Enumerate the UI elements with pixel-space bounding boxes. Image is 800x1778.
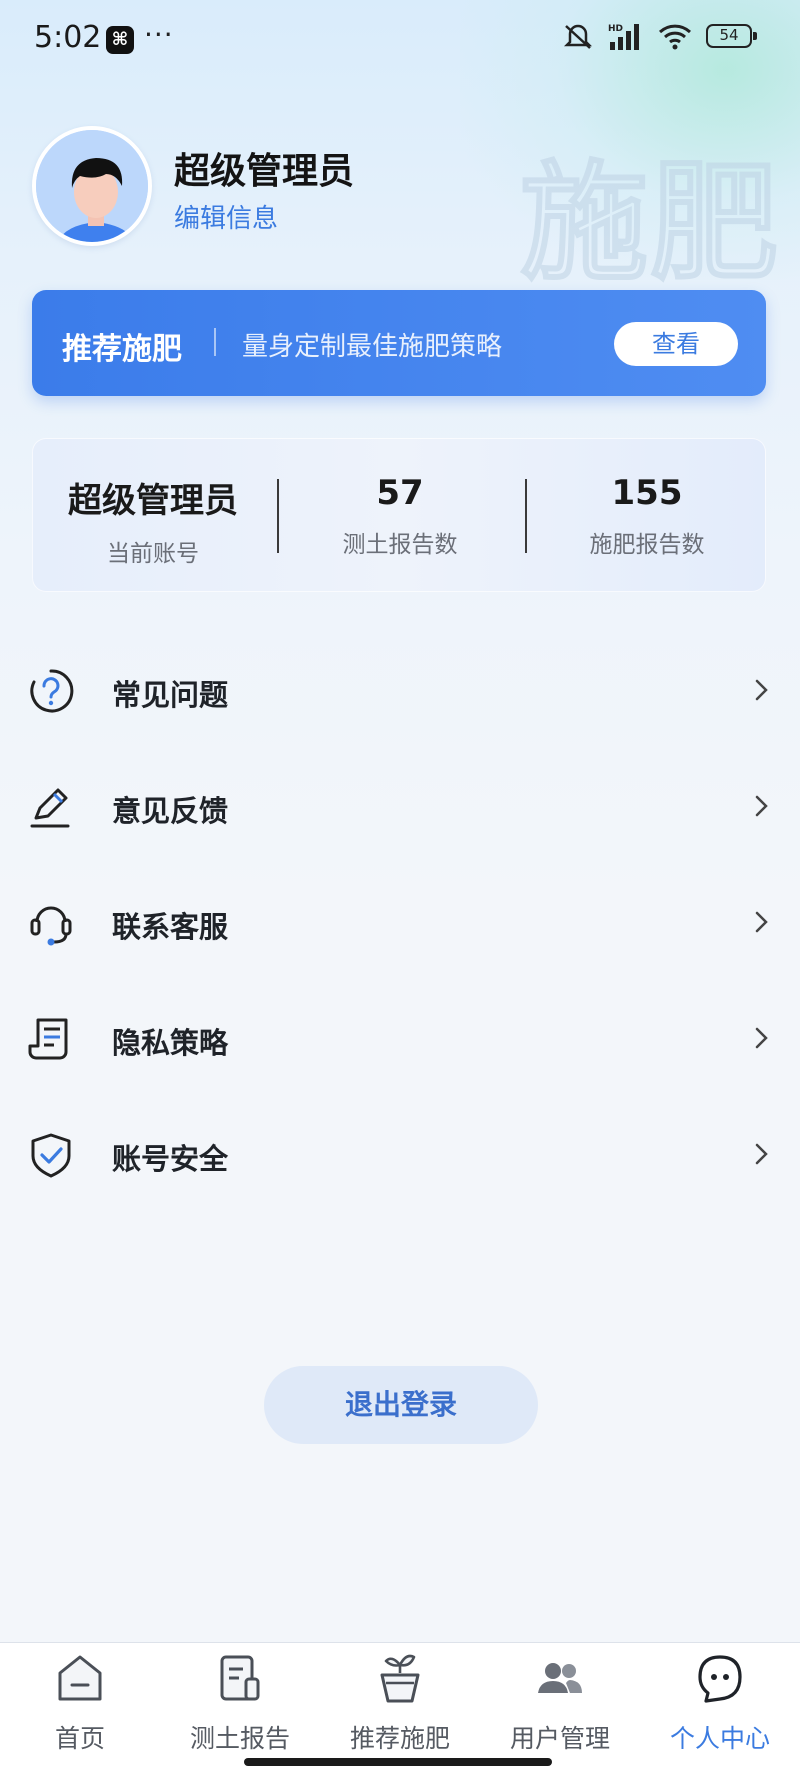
status-icons: HD 54 (562, 22, 757, 50)
chevron-right-icon (755, 1027, 768, 1049)
network-type-label: HD (608, 24, 623, 34)
report-icon (220, 1655, 260, 1701)
mute-icon (563, 24, 593, 49)
status-time: 5:02 (34, 20, 102, 55)
tab-label: 首页 (54, 1724, 105, 1753)
recommend-fertilizer-banner[interactable]: 推荐施肥 量身定制最佳施肥策略 查看 (32, 290, 766, 396)
capcut-app-icon: ⌘ (106, 26, 134, 54)
home-icon (58, 1655, 102, 1701)
stats-card: 超级管理员 当前账号 57 测土报告数 155 施肥报告数 (32, 438, 766, 592)
stat-soil-reports[interactable]: 57 测土报告数 (280, 473, 520, 559)
more-notifications-icon: ··· (144, 18, 174, 51)
question-icon (30, 669, 74, 713)
plant-pot-icon (380, 1654, 420, 1703)
stat-value: 超级管理员 (68, 481, 238, 521)
watermark-text: 施肥 (519, 149, 780, 298)
signal-icon: HD (608, 24, 639, 50)
tab-soil-report[interactable]: 测土报告 (160, 1643, 320, 1753)
stat-label: 测土报告数 (342, 532, 458, 558)
status-bar: 5:02 ⌘ ··· HD 54 (0, 0, 800, 80)
banner-divider (214, 328, 216, 356)
tab-recommend-fertilizer[interactable]: 推荐施肥 (320, 1643, 480, 1753)
stat-divider (277, 479, 279, 553)
edit-info-link[interactable]: 编辑信息 (174, 198, 278, 235)
menu-item-label: 隐私策略 (112, 1026, 229, 1060)
shield-check-icon (31, 1133, 71, 1178)
stat-value: 57 (376, 473, 424, 513)
stat-label: 当前账号 (107, 541, 199, 567)
menu-item-privacy[interactable]: 隐私策略 (0, 980, 800, 1096)
menu-item-label: 账号安全 (112, 1142, 229, 1176)
stat-fertilizer-reports[interactable]: 155 施肥报告数 (527, 473, 767, 559)
battery-indicator: 54 (706, 24, 757, 48)
avatar-person-icon (36, 130, 148, 242)
banner-title: 推荐施肥 (62, 332, 182, 367)
menu-item-customer-service[interactable]: 联系客服 (0, 864, 800, 980)
chevron-right-icon (755, 679, 768, 701)
stat-current-account: 超级管理员 当前账号 (33, 473, 273, 568)
tab-label: 用户管理 (509, 1724, 610, 1753)
menu-item-account-security[interactable]: 账号安全 (0, 1096, 800, 1212)
tab-home[interactable]: 首页 (0, 1643, 160, 1753)
menu-item-faq[interactable]: 常见问题 (0, 632, 800, 748)
users-icon (538, 1663, 582, 1693)
menu-item-label: 常见问题 (112, 678, 229, 712)
tab-label: 测土报告 (189, 1724, 290, 1753)
tab-label: 个人中心 (669, 1724, 770, 1753)
banner-subtitle: 量身定制最佳施肥策略 (242, 332, 503, 362)
tab-profile[interactable]: 个人中心 (640, 1643, 800, 1753)
stat-value: 155 (611, 473, 683, 513)
pencil-icon (30, 788, 70, 828)
menu-item-feedback[interactable]: 意见反馈 (0, 748, 800, 864)
tab-user-management[interactable]: 用户管理 (480, 1643, 640, 1753)
stat-label: 施肥报告数 (589, 532, 705, 558)
profile-icon (698, 1655, 742, 1703)
tab-label: 推荐施肥 (349, 1724, 450, 1753)
avatar[interactable] (32, 126, 152, 246)
wifi-icon (658, 24, 692, 50)
home-indicator[interactable] (244, 1758, 552, 1766)
menu-item-label: 意见反馈 (112, 794, 229, 828)
document-icon (28, 1018, 68, 1060)
settings-menu: 常见问题 意见反馈 联系客服 隐私策略 账号安全 (0, 632, 800, 1212)
chevron-right-icon (755, 795, 768, 817)
headset-icon (30, 906, 72, 946)
chevron-right-icon (755, 1143, 768, 1165)
menu-item-label: 联系客服 (112, 910, 229, 944)
profile-page: 施肥 5:02 ⌘ ··· HD 54 超级管理员 编辑信息 推荐施肥 量身定制… (0, 0, 800, 1778)
chevron-right-icon (755, 911, 768, 933)
view-button[interactable]: 查看 (614, 322, 738, 366)
username: 超级管理员 (174, 151, 355, 192)
logout-button[interactable]: 退出登录 (264, 1366, 538, 1444)
